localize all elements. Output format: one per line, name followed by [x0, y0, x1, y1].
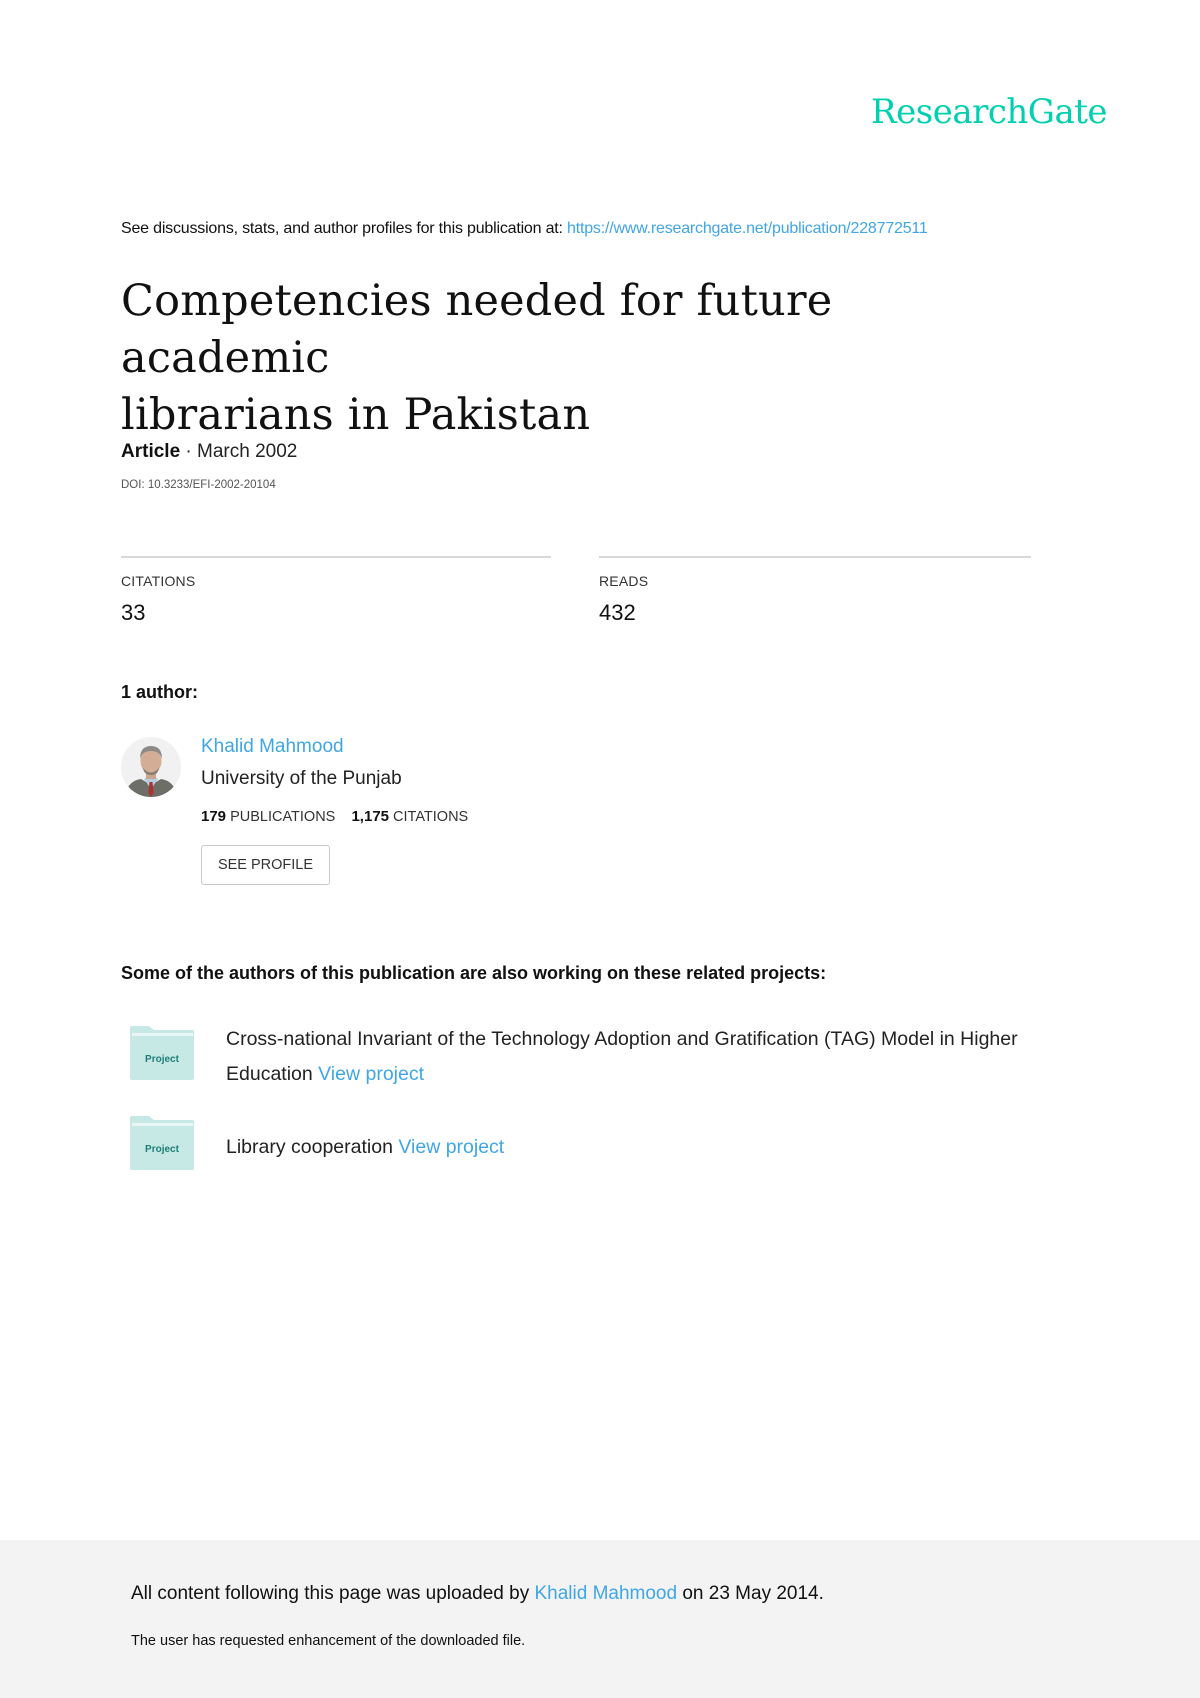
- citations-value: 33: [121, 600, 146, 625]
- footer-panel: [0, 1540, 1200, 1698]
- project-icon-label: Project: [145, 1144, 180, 1155]
- project-1-title-cont: Education: [226, 1063, 319, 1085]
- publication-date: March 2002: [197, 441, 298, 462]
- publication-title: Competencies needed for future academic …: [121, 273, 1021, 444]
- enhancement-note: The user has requested enhancement of th…: [131, 1633, 526, 1649]
- reads-divider: [599, 556, 1031, 558]
- reads-label: READS: [599, 573, 649, 589]
- author-avatar[interactable]: [121, 737, 181, 797]
- project-folder-icon[interactable]: Project: [129, 1026, 195, 1085]
- view-project-1-link[interactable]: View project: [318, 1063, 424, 1085]
- project-item-1: Cross-national Invariant of the Technolo…: [226, 1022, 1018, 1092]
- author-name-link[interactable]: Khalid Mahmood: [201, 736, 344, 758]
- title-line-1: Competencies needed for future academic: [121, 276, 833, 383]
- citations-divider: [121, 556, 551, 558]
- upload-prefix: All content following this page was uplo…: [131, 1583, 535, 1604]
- project-2-title: Library cooperation: [226, 1136, 399, 1158]
- author-photo-icon: [121, 737, 181, 797]
- authors-heading: 1 author:: [121, 682, 199, 702]
- researchgate-logo[interactable]: ResearchGate: [871, 92, 1107, 132]
- related-projects-heading: Some of the authors of this publication …: [121, 963, 827, 983]
- see-profile-button[interactable]: SEE PROFILE: [201, 845, 330, 885]
- author-citations-count: 1,175: [351, 808, 390, 825]
- title-line-2: librarians in Pakistan: [121, 390, 591, 440]
- publication-type: Article: [121, 441, 181, 462]
- author-citations-label: CITATIONS: [393, 809, 469, 825]
- author-institution: University of the Punjab: [201, 768, 402, 789]
- reads-value: 432: [599, 600, 636, 625]
- publication-meta: Article · March 2002: [121, 441, 297, 463]
- citations-label: CITATIONS: [121, 573, 196, 589]
- author-publications-count: 179: [201, 808, 227, 825]
- project-folder-icon[interactable]: Project: [129, 1116, 195, 1175]
- author-stats: 179 PUBLICATIONS 1,175 CITATIONS: [201, 808, 468, 825]
- intro-text: See discussions, stats, and author profi…: [121, 220, 568, 237]
- author-publications-label: PUBLICATIONS: [230, 809, 336, 825]
- upload-notice: All content following this page was uplo…: [131, 1583, 824, 1605]
- project-1-title: Cross-national Invariant of the Technolo…: [226, 1028, 1018, 1050]
- view-project-2-link[interactable]: View project: [398, 1136, 504, 1158]
- project-item-2: Library cooperation View project: [226, 1130, 504, 1165]
- meta-separator: ·: [180, 441, 198, 462]
- project-icon-label: Project: [145, 1054, 180, 1065]
- doi: DOI: 10.3233/EFI-2002-20104: [121, 479, 276, 491]
- intro-line: See discussions, stats, and author profi…: [121, 220, 928, 238]
- uploader-link[interactable]: Khalid Mahmood: [534, 1583, 677, 1604]
- publication-url-link[interactable]: https://www.researchgate.net/publication…: [567, 220, 928, 237]
- upload-suffix: on 23 May 2014.: [677, 1583, 824, 1604]
